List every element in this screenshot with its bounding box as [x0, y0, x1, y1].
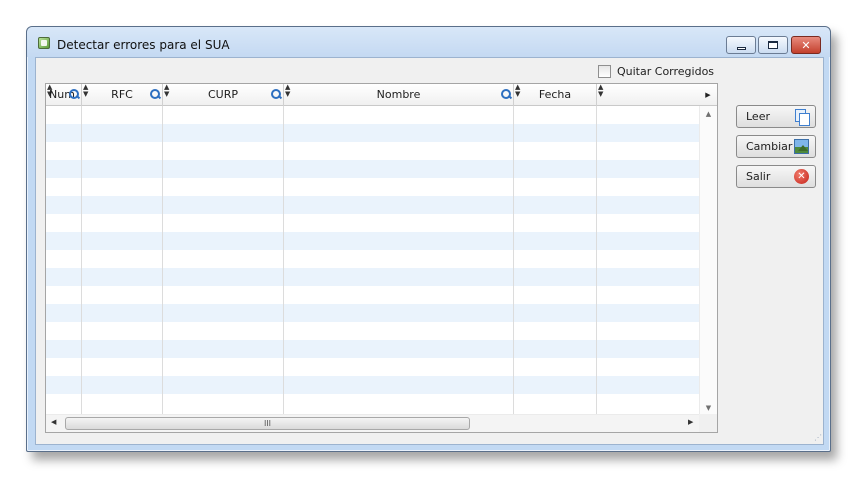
image-icon — [794, 139, 809, 154]
column-header-extra[interactable]: ▲ ▼ — [597, 84, 699, 106]
leer-button[interactable]: Leer — [736, 105, 816, 128]
scroll-left-icon[interactable]: ◀ — [51, 418, 56, 426]
sort-icon[interactable]: ▲ ▼ — [164, 84, 169, 98]
table-row[interactable] — [46, 232, 699, 250]
scroll-right-icon[interactable]: ▶ — [688, 418, 693, 426]
sort-icon[interactable]: ▲ ▼ — [83, 84, 88, 98]
cambiar-button-label: Cambiar — [746, 140, 793, 153]
scroll-columns-right-icon[interactable]: ▶ — [699, 84, 717, 106]
close-circle-icon: ✕ — [794, 169, 809, 184]
sort-icon[interactable]: ▲ ▼ — [515, 84, 520, 98]
errors-grid[interactable]: ▲ ▼ Num ▲ ▼ RFC ▲ ▼ CURP ▲ ▼ Nombre ▲ ▼ … — [45, 83, 718, 433]
client-area: Quitar Corregidos ▲ ▼ Num ▲ ▼ RFC ▲ ▼ CURP — [35, 57, 824, 445]
horizontal-scrollbar[interactable]: ◀ III ▶ — [46, 414, 699, 432]
scroll-up-icon[interactable]: ▲ — [700, 110, 717, 118]
table-row[interactable] — [46, 268, 699, 286]
table-row[interactable] — [46, 304, 699, 322]
title-bar[interactable]: Detectar errores para el SUA ✕ — [27, 27, 830, 57]
column-header-label: CURP — [207, 88, 238, 101]
quitar-corregidos-label[interactable]: Quitar Corregidos — [617, 65, 714, 78]
horizontal-scroll-thumb[interactable]: III — [65, 417, 470, 430]
search-icon[interactable] — [150, 89, 161, 100]
column-divider — [283, 106, 284, 414]
salir-button[interactable]: Salir ✕ — [736, 165, 816, 188]
table-row[interactable] — [46, 160, 699, 178]
table-row[interactable] — [46, 124, 699, 142]
column-header-num[interactable]: ▲ ▼ Num — [46, 84, 82, 106]
minimize-button[interactable] — [726, 36, 756, 54]
cambiar-button[interactable]: Cambiar — [736, 135, 816, 158]
minimize-icon — [736, 46, 746, 50]
scroll-corner — [699, 414, 717, 432]
close-icon: ✕ — [801, 38, 811, 52]
grid-header: ▲ ▼ Num ▲ ▼ RFC ▲ ▼ CURP ▲ ▼ Nombre ▲ ▼ … — [46, 84, 717, 106]
scroll-down-icon[interactable]: ▼ — [700, 404, 717, 412]
leer-button-label: Leer — [746, 110, 770, 123]
grid-body[interactable] — [46, 106, 699, 414]
copy-icon — [794, 109, 810, 126]
column-header-label: RFC — [111, 88, 133, 101]
search-icon[interactable] — [69, 89, 80, 100]
maximize-button[interactable] — [758, 36, 788, 54]
maximize-icon — [768, 41, 778, 49]
quitar-corregidos-checkbox[interactable] — [598, 65, 611, 78]
column-header-label: Nombre — [376, 88, 421, 101]
vertical-scrollbar[interactable]: ▲ ▼ — [699, 106, 717, 414]
resize-grip-icon[interactable]: ⋰ — [814, 433, 822, 442]
close-button[interactable]: ✕ — [791, 36, 821, 54]
main-window: Detectar errores para el SUA ✕ Quitar Co… — [26, 26, 831, 452]
column-header-rfc[interactable]: ▲ ▼ RFC — [82, 84, 163, 106]
column-header-curp[interactable]: ▲ ▼ CURP — [163, 84, 284, 106]
column-divider — [81, 106, 82, 414]
search-icon[interactable] — [501, 89, 512, 100]
sort-icon[interactable]: ▲ ▼ — [285, 84, 290, 98]
sort-icon[interactable]: ▲ ▼ — [598, 84, 603, 98]
table-row[interactable] — [46, 376, 699, 394]
search-icon[interactable] — [271, 89, 282, 100]
column-divider — [162, 106, 163, 414]
column-divider — [513, 106, 514, 414]
quitar-corregidos-option[interactable]: Quitar Corregidos — [598, 65, 714, 78]
column-header-fecha[interactable]: ▲ ▼ Fecha — [514, 84, 597, 106]
column-header-nombre[interactable]: ▲ ▼ Nombre — [284, 84, 514, 106]
table-row[interactable] — [46, 340, 699, 358]
app-window-icon — [38, 37, 50, 49]
window-title: Detectar errores para el SUA — [57, 38, 230, 52]
column-header-label: Fecha — [538, 88, 572, 101]
column-divider — [596, 106, 597, 414]
salir-button-label: Salir — [746, 170, 771, 183]
table-row[interactable] — [46, 196, 699, 214]
